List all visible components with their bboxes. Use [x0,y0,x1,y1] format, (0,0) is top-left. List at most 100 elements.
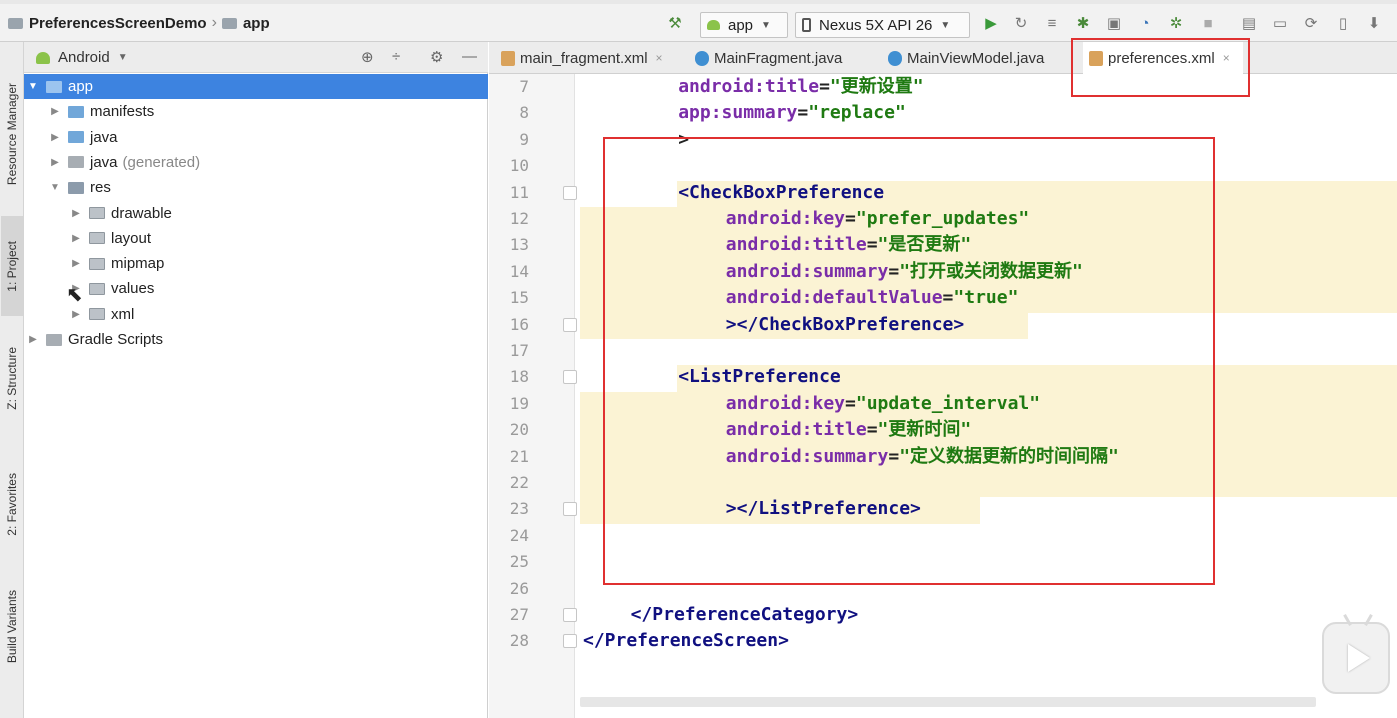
line-number: 14 [509,261,529,281]
tool-tab-label: 2: Favorites [5,472,19,536]
tab-main-fragment-java[interactable]: MainFragment.java [689,42,869,74]
folder-icon [68,105,84,118]
tree-item[interactable]: ▶ xml [24,302,488,327]
folder-icon [46,80,62,93]
folder-icon [68,131,84,144]
sdk-icon[interactable]: ⬇ [1365,14,1383,32]
fold-marker-icon[interactable] [563,370,577,385]
line-number: 21 [509,446,529,466]
profile-icon[interactable]: ◔ [1136,14,1154,32]
tree-item-label: layout [111,229,152,247]
breadcrumb: PreferencesScreenDemo › app [8,14,270,32]
java-class-icon [888,50,902,66]
tree-item[interactable]: ▶ java [24,125,488,150]
hide-icon[interactable]: — [462,48,477,65]
chevron-down-icon: ▼ [761,19,771,31]
tool-tab-project[interactable]: 1: Project [1,216,23,316]
collapse-all-icon[interactable]: ÷ [392,48,400,65]
fold-marker-icon[interactable] [563,608,577,622]
tree-item-label: res [90,179,111,197]
tree-item[interactable]: ▼ app [24,74,488,99]
breadcrumb-separator-icon: › [211,14,217,31]
line-number: 9 [519,129,529,149]
breadcrumb-project[interactable]: PreferencesScreenDemo [29,15,207,32]
chevron-down-icon: ▼ [940,19,951,31]
project-structure-icon[interactable]: ▤ [1240,14,1258,32]
horizontal-scrollbar[interactable] [580,697,1316,707]
code-line: android:title="更新设置" [678,74,923,100]
video-play-button[interactable] [1322,622,1390,694]
tree-item-label: app [68,78,94,95]
tool-tab-label: 1: Project [5,240,19,292]
locate-icon[interactable]: ⊕ [361,48,374,66]
tool-tab-label: Z: Structure [5,346,19,410]
apply-changes-icon[interactable]: ✲ [1167,14,1185,32]
line-number: 20 [509,420,529,440]
code-line: </PreferenceCategory> [631,602,859,628]
tool-tab-favorites[interactable]: 2: Favorites [1,454,23,554]
xml-file-icon [501,50,515,66]
device-select[interactable]: Nexus 5X API 26 ▼ [795,12,970,38]
collapse-arrow-icon[interactable]: ▶ [48,106,62,117]
code-token: app:summary [678,102,798,124]
run-config-select[interactable]: app ▼ [700,12,788,38]
folder-icon [68,156,84,169]
project-panel-header: Android ▼ ⊕ ÷ ⚙ — [24,42,488,73]
breadcrumb-module[interactable]: app [243,15,270,32]
tree-item[interactable]: ▶ drawable [24,201,488,226]
code-token: = [819,76,830,97]
tree-item[interactable]: ▶ manifests [24,99,488,124]
tool-tab-label: Build Variants [5,590,19,664]
fold-marker-icon[interactable] [563,317,577,332]
stop-icon[interactable]: ■ [1199,14,1217,32]
avd-icon[interactable]: ▯ [1334,14,1352,32]
tab-main-fragment-xml[interactable]: main_fragment.xml × [495,42,679,74]
line-number: 17 [509,341,529,360]
rerun-icon[interactable]: ↻ [1012,14,1030,32]
collapse-arrow-icon[interactable]: ▶ [69,208,83,219]
attach-icon[interactable]: ▣ [1105,14,1123,32]
close-icon[interactable]: × [656,51,663,65]
collapse-arrow-icon[interactable]: ▶ [69,258,83,269]
terminal-icon[interactable]: ▭ [1271,14,1289,32]
line-number: 18 [509,367,529,387]
tree-item[interactable]: ▶ java (generated) [24,150,488,175]
folder-icon [89,282,105,295]
tree-item[interactable]: ▶ mipmap [24,251,488,276]
line-number: 27 [509,605,529,624]
play-icon [1348,644,1370,672]
fold-marker-icon[interactable] [563,634,577,649]
gear-icon[interactable]: ⚙ [430,48,443,66]
collapse-arrow-icon[interactable]: ▶ [69,233,83,244]
run-icon[interactable]: ▶ [982,14,1000,32]
fold-marker-icon[interactable] [563,502,577,517]
collapse-arrow-icon[interactable]: ▶ [26,334,40,345]
android-icon [707,20,720,30]
project-view-select[interactable]: Android ▼ [36,49,128,66]
tree-item-label: Gradle Scripts [68,331,164,348]
line-number: 7 [519,77,529,96]
expand-arrow-icon[interactable]: ▼ [48,182,62,193]
tool-tab-build-variants[interactable]: Build Variants [1,577,23,677]
tree-item-label: java [90,153,118,171]
debug-icon[interactable]: ✱ [1074,14,1092,32]
fold-marker-icon[interactable] [563,185,577,200]
code-token: </PreferenceCategory> [630,604,859,625]
tool-tab-structure[interactable]: Z: Structure [1,332,23,424]
collapse-arrow-icon[interactable]: ▶ [48,132,62,143]
sync-icon[interactable]: ⟳ [1302,14,1320,32]
collapse-arrow-icon[interactable]: ▶ [48,157,62,168]
code-token: </PreferenceScreen> [583,630,789,652]
tree-item[interactable]: ▶ Gradle Scripts [24,327,488,352]
expand-arrow-icon[interactable]: ▼ [26,81,40,92]
hammer-icon[interactable]: ⚒ [666,14,684,32]
collapse-arrow-icon[interactable]: ▶ [69,309,83,320]
tree-item[interactable]: ▼ res [24,175,488,200]
tab-main-view-model-java[interactable]: MainViewModel.java [882,42,1064,74]
tab-label: MainFragment.java [714,49,843,67]
tree-item[interactable]: ▶ layout [24,226,488,251]
coverage-icon[interactable]: ≡ [1043,14,1061,32]
tree-item[interactable]: ▶ values [24,276,488,301]
tool-tab-resource-manager[interactable]: Resource Manager [1,60,23,208]
mouse-cursor-icon: ⬉ [66,284,83,306]
